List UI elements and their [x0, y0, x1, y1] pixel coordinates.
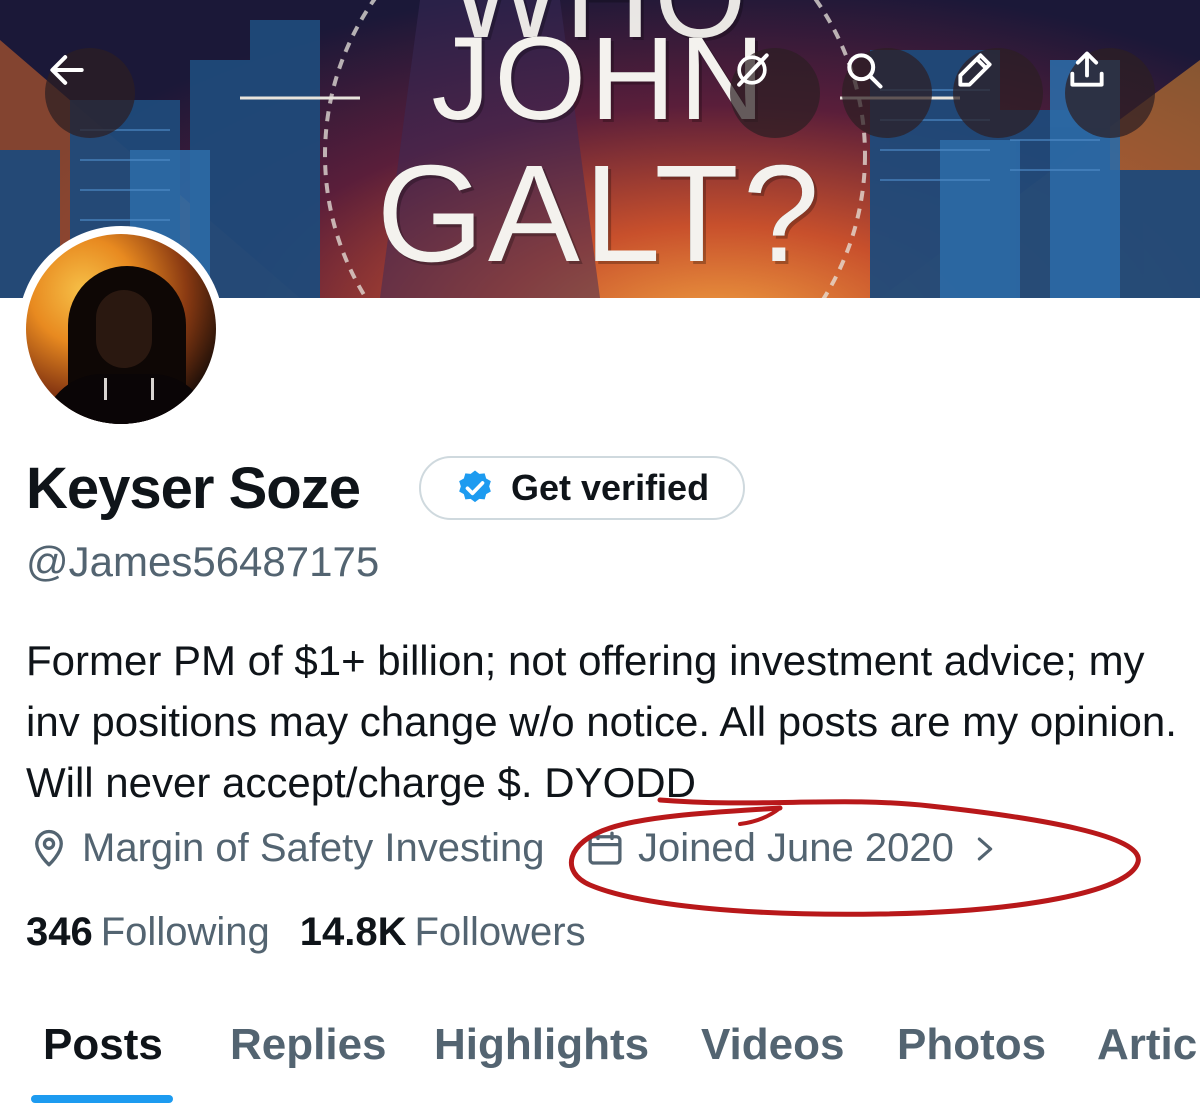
arrow-left-icon: [50, 55, 84, 85]
tab-highlights[interactable]: Highlights: [434, 1020, 649, 1070]
tab-replies[interactable]: Replies: [230, 1020, 387, 1070]
tab-posts[interactable]: Posts: [43, 1020, 163, 1070]
banner-title-galt: GALT?: [376, 137, 824, 291]
joined-text: Joined June 2020: [638, 826, 954, 870]
avatar-photo: [26, 234, 216, 424]
profile-avatar[interactable]: [18, 226, 224, 432]
active-tab-indicator: [31, 1095, 173, 1103]
followers-label: Followers: [414, 910, 586, 954]
profile-page: WHO JOHN GALT?: [0, 0, 1200, 1103]
profile-stats: 346 Following 14.8K Followers: [26, 910, 616, 955]
tab-articles[interactable]: Artic: [1097, 1020, 1197, 1070]
location-text: Margin of Safety Investing: [82, 826, 545, 870]
share-icon: [1070, 51, 1104, 87]
chevron-right-icon: [977, 837, 993, 860]
get-verified-label: Get verified: [511, 467, 710, 508]
search-icon: [847, 53, 883, 89]
grok-icon: [737, 53, 769, 87]
back-button[interactable]: [45, 48, 135, 138]
profile-location: Margin of Safety Investing: [28, 826, 544, 871]
profile-tabs: Posts Replies Highlights Videos Photos A…: [0, 1010, 1200, 1103]
profile-name: Keyser Soze: [26, 456, 361, 521]
edit-button[interactable]: [953, 48, 1043, 138]
profile-joined[interactable]: Joined June 2020: [584, 826, 1010, 871]
tab-videos[interactable]: Videos: [701, 1020, 844, 1070]
followers-count: 14.8K: [299, 910, 407, 954]
following-count: 346: [26, 910, 93, 954]
following-stat[interactable]: 346 Following: [26, 910, 270, 955]
search-button[interactable]: [842, 48, 932, 138]
share-button[interactable]: [1065, 48, 1155, 138]
location-pin-icon: [35, 829, 63, 866]
verified-badge-icon: [459, 470, 491, 503]
following-label: Following: [100, 910, 270, 954]
get-verified-button[interactable]: Get verified: [419, 456, 745, 520]
profile-bio: Former PM of $1+ billion; not offering i…: [26, 637, 1177, 806]
tab-photos[interactable]: Photos: [897, 1020, 1046, 1070]
profile-handle: @James56487175: [26, 538, 380, 585]
calendar-icon: [588, 831, 622, 865]
pencil-icon: [958, 53, 992, 87]
grok-button[interactable]: [730, 48, 820, 138]
followers-stat[interactable]: 14.8K Followers: [300, 910, 586, 955]
